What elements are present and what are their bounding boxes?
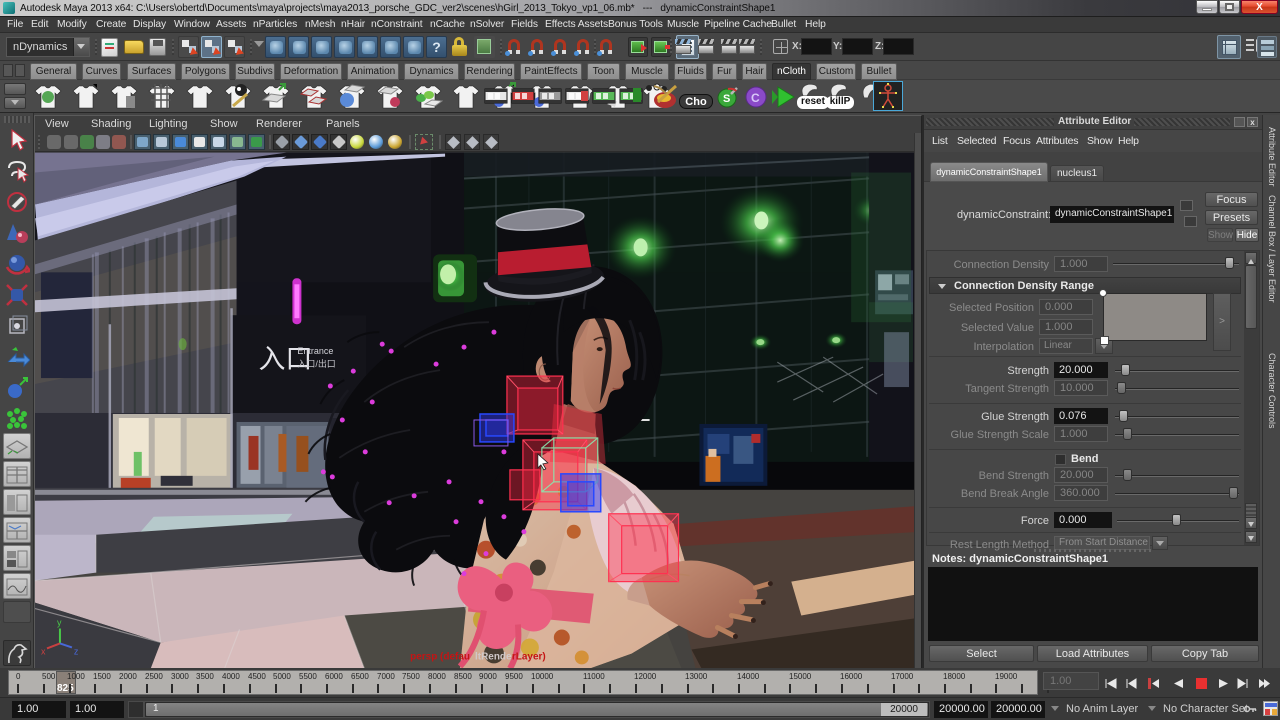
- svg-text:x: x: [41, 646, 46, 656]
- svg-text:S: S: [723, 93, 730, 105]
- svg-text:C: C: [751, 91, 760, 105]
- svg-text:rLayer): rLayer): [512, 651, 546, 662]
- svg-text:persp (defau: persp (defau: [410, 651, 470, 662]
- svg-text:z: z: [74, 646, 79, 656]
- svg-text:y: y: [57, 618, 62, 628]
- svg-text:ltRende: ltRende: [475, 651, 512, 662]
